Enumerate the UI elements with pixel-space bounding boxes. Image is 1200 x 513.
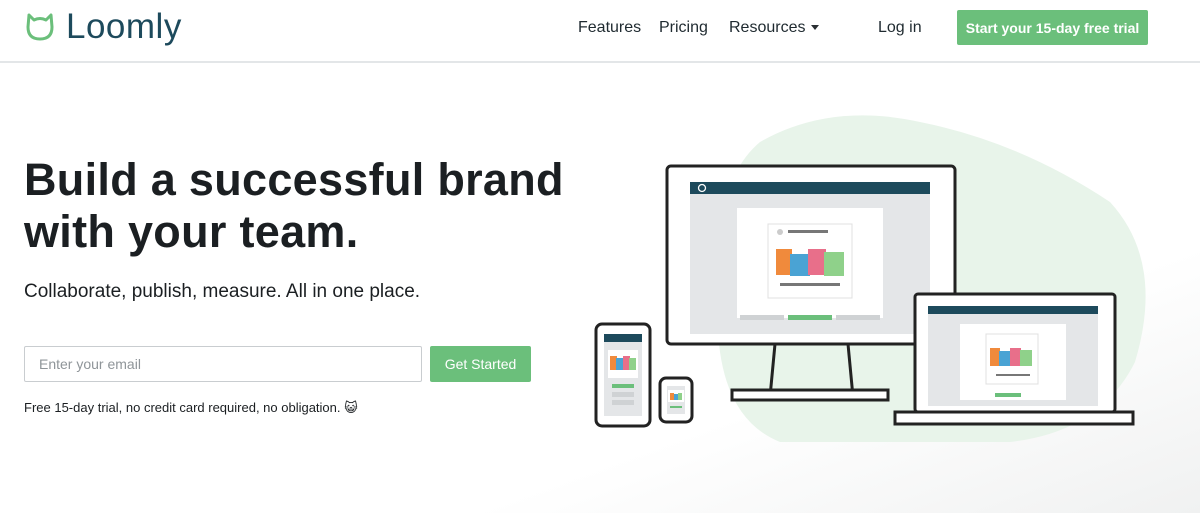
watch-illustration <box>658 376 694 424</box>
top-navbar: Loomly Features Pricing Resources Log in… <box>0 0 1200 63</box>
nav-pricing[interactable]: Pricing <box>659 19 708 37</box>
email-input[interactable] <box>24 346 422 382</box>
hero-subtitle: Collaborate, publish, measure. All in on… <box>24 281 421 302</box>
nav-features[interactable]: Features <box>578 19 641 37</box>
nav-resources-label: Resources <box>729 19 806 36</box>
brand-name: Loomly <box>66 7 182 46</box>
phone-illustration <box>594 322 652 428</box>
cat-logo-icon <box>26 13 54 41</box>
hero-title-line-1: Build a successful brand <box>24 154 564 205</box>
laptop-illustration <box>893 292 1135 426</box>
trial-fineprint: Free 15-day trial, no credit card requir… <box>24 400 358 415</box>
loomly-logo[interactable]: Loomly <box>24 6 182 48</box>
hero-title: Build a successful brand with your team. <box>24 154 584 258</box>
caret-down-icon <box>811 25 820 31</box>
get-started-button[interactable]: Get Started <box>430 346 531 382</box>
start-trial-button[interactable]: Start your 15-day free trial <box>957 10 1148 45</box>
nav-login[interactable]: Log in <box>878 19 922 37</box>
nav-resources[interactable]: Resources <box>729 19 820 37</box>
devices-illustration <box>594 115 1146 442</box>
hero-title-line-2: with your team. <box>24 206 359 257</box>
